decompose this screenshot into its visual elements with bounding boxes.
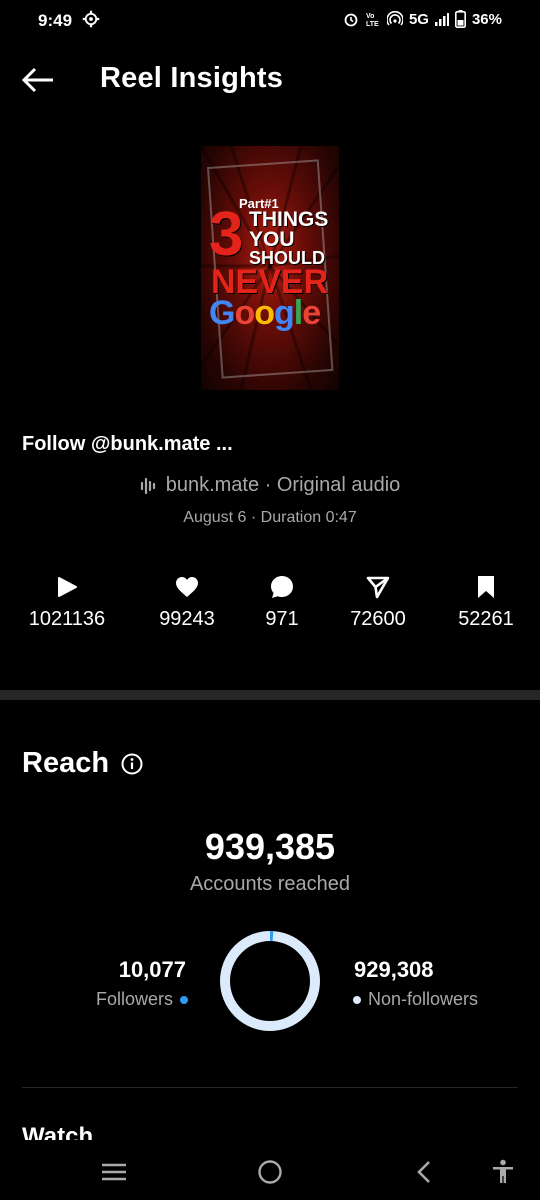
menu-lines-icon — [102, 1163, 126, 1181]
audio-wave-icon — [140, 477, 155, 494]
accounts-reached-label: Accounts reached — [189, 873, 351, 895]
network-type: 5G — [408, 10, 429, 28]
hotspot-icon — [386, 11, 403, 26]
non-followers-legend: Non-followers — [353, 989, 478, 1010]
accessibility-button[interactable] — [487, 1156, 519, 1188]
stats-row: 1021136 99243 971 72600 52261 — [0, 572, 540, 642]
thumbnail-things: THINGS — [249, 208, 329, 231]
play-icon — [58, 577, 77, 597]
send-icon — [366, 576, 390, 599]
battery-icon — [454, 10, 466, 28]
reel-caption: Follow @bunk.mate ... — [22, 433, 233, 455]
svg-text:LTE: LTE — [366, 21, 379, 27]
google-letter: g — [274, 294, 295, 332]
reel-thumbnail[interactable]: Part#1 3 THINGS YOU SHOULD NEVER Google — [201, 146, 339, 390]
plays-stat: 1021136 — [17, 572, 117, 631]
volte-icon: Vo LTE — [366, 13, 379, 27]
google-letter: e — [302, 294, 321, 332]
plays-count: 1021136 — [28, 608, 106, 630]
google-letter: o — [234, 294, 255, 332]
followers-legend: Followers — [96, 989, 188, 1010]
header: Reel Insights — [0, 52, 540, 108]
status-icons: Vo LTE 5G 36% — [343, 10, 502, 28]
comments-stat: 971 — [232, 572, 332, 631]
back-nav-button[interactable] — [408, 1156, 440, 1188]
non-followers-value: 929,308 — [354, 957, 434, 982]
heart-icon — [176, 577, 198, 597]
settings-notification-icon — [82, 10, 100, 28]
shares-stat: 72600 — [328, 572, 428, 631]
battery-percent: 36% — [471, 10, 502, 28]
likes-stat: 99243 — [137, 572, 237, 631]
recent-apps-button[interactable] — [98, 1156, 130, 1188]
comment-icon — [271, 576, 293, 598]
thumbnail-number: 3 — [209, 200, 244, 269]
reel-meta: August 6 · Duration 0:47 — [183, 509, 357, 526]
back-arrow-icon — [21, 67, 53, 93]
reach-heading: Reach — [22, 747, 143, 780]
non-followers-label: Non-followers — [368, 989, 479, 1009]
status-time: 9:49 — [38, 11, 73, 30]
likes-count: 99243 — [159, 608, 215, 630]
audio-label: bunk.mate · Original audio — [165, 474, 401, 496]
section-divider — [0, 690, 540, 700]
accounts-reached-value: 939,385 — [204, 826, 336, 867]
comments-count: 971 — [265, 608, 299, 630]
google-letter: o — [254, 294, 275, 332]
home-button[interactable] — [254, 1156, 286, 1188]
shares-count: 72600 — [350, 608, 406, 630]
followers-value: 10,077 — [118, 957, 186, 982]
non-followers-dot — [353, 995, 361, 1004]
audio-row[interactable]: bunk.mate · Original audio — [0, 474, 540, 497]
reach-donut-chart — [220, 931, 320, 1031]
svg-text:Vo: Vo — [366, 13, 374, 20]
back-button[interactable] — [18, 62, 58, 98]
status-bar: 9:49 Vo LTE 5G 36% — [0, 0, 540, 40]
thumbnail-you: YOU — [249, 228, 295, 251]
reach-title: Reach — [22, 747, 110, 779]
bookmark-icon — [478, 576, 494, 598]
followers-label: Followers — [95, 989, 173, 1009]
home-circle-icon — [258, 1160, 282, 1184]
google-letter: G — [209, 294, 235, 332]
donut-non-followers-ring — [220, 931, 320, 1031]
signal-icon — [434, 13, 449, 26]
chevron-left-icon — [417, 1161, 430, 1183]
reach-divider — [22, 1087, 518, 1088]
info-icon[interactable] — [121, 753, 143, 775]
google-letter: l — [293, 294, 304, 332]
system-nav-bar — [0, 1140, 540, 1200]
page-title: Reel Insights — [100, 62, 284, 94]
saves-stat: 52261 — [436, 572, 536, 631]
thumbnail-google: Google — [209, 294, 321, 332]
saves-count: 52261 — [458, 608, 514, 630]
accessibility-icon — [493, 1159, 513, 1183]
alarm-icon — [344, 13, 358, 27]
followers-dot — [180, 995, 188, 1004]
